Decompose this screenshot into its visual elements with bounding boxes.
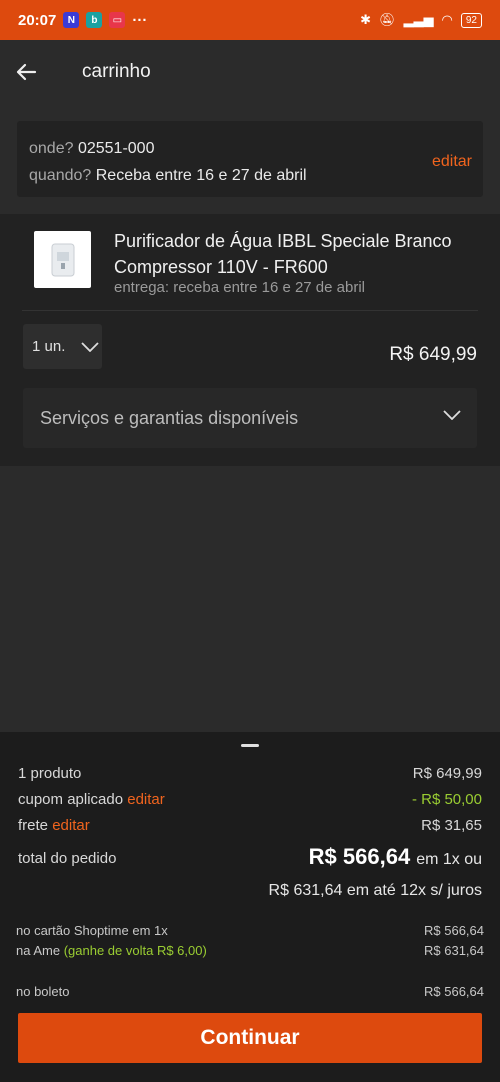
services-dropdown[interactable]: Serviços e garantias disponíveis — [23, 388, 477, 448]
status-bar: 20:07 N b ▭ ··· ✱ 🔕︎ ▂▃▅ ◠ 92 — [0, 0, 500, 40]
edit-shipping-link[interactable]: editar — [52, 817, 90, 834]
ame-value: R$ 631,64 — [424, 943, 484, 958]
divider — [22, 310, 478, 311]
battery-icon: 92 — [460, 12, 482, 28]
arrow-left-icon — [16, 63, 37, 81]
edit-coupon-link[interactable]: editar — [127, 791, 165, 808]
summary-row-products: 1 produto R$ 649,99 — [18, 765, 482, 782]
mute-icon: 🔕︎ — [379, 12, 396, 27]
shipping-label: frete — [18, 817, 49, 834]
delivery-info-card: onde? 02551-000 quando? Receba entre 16 … — [17, 121, 483, 197]
more-notifications-icon: ··· — [132, 11, 148, 29]
app-notification-icon: b — [86, 12, 103, 28]
boleto-label: no boleto — [16, 984, 70, 999]
page-title: carrinho — [82, 61, 151, 82]
product-delivery: entrega: receba entre 16 e 27 de abril — [114, 279, 366, 296]
ame-label: na Ame — [16, 943, 61, 958]
app-header: carrinho — [0, 40, 500, 106]
coupon-discount: - R$ 50,00 — [411, 791, 482, 808]
when-label: quando? — [29, 167, 92, 184]
coupon-label: cupom aplicado — [18, 791, 124, 808]
quantity-value: 1 un. — [32, 338, 66, 355]
card-value: R$ 566,64 — [424, 923, 484, 938]
bluetooth-icon: ✱ — [360, 12, 372, 27]
total-suffix: em 1x ou — [416, 851, 482, 868]
wifi-icon: ◠ — [441, 12, 453, 27]
edit-address-link[interactable]: editar — [432, 153, 472, 171]
installments-info: R$ 631,64 em até 12x s/ juros — [268, 882, 482, 899]
signal-icon: ▂▃▅ — [403, 12, 434, 27]
summary-row-shipping: frete editar R$ 31,65 — [18, 817, 482, 834]
app-notification-icon: N — [63, 12, 80, 28]
card-label: no cartão Shoptime em 1x — [16, 923, 168, 938]
shipping-value: R$ 31,65 — [421, 817, 482, 834]
app-notification-icon: ▭ — [109, 12, 126, 28]
cart-item: Purificador de Água IBBL Speciale Branco… — [0, 214, 500, 466]
quantity-select[interactable]: 1 un. — [23, 324, 102, 369]
status-time: 20:07 — [18, 11, 57, 29]
product-price: R$ 649,99 — [389, 344, 477, 365]
chevron-down-icon — [81, 341, 100, 352]
ame-cashback: (ganhe de volta R$ 6,00) — [63, 943, 207, 958]
payment-row-boleto: no boleto R$ 566,64 — [16, 984, 484, 999]
drag-handle[interactable] — [241, 744, 259, 747]
order-summary: 1 produto R$ 649,99 cupom aplicado edita… — [0, 732, 500, 1082]
payment-row-card: no cartão Shoptime em 1x R$ 566,64 — [16, 923, 484, 938]
delivery-window: Receba entre 16 e 27 de abril — [95, 167, 307, 184]
boleto-value: R$ 566,64 — [424, 984, 484, 999]
product-image[interactable] — [34, 231, 91, 288]
chevron-down-icon — [443, 410, 461, 420]
total-label: total do pedido — [18, 850, 117, 867]
zip-code: 02551-000 — [77, 140, 155, 157]
summary-row-coupon: cupom aplicado editar - R$ 50,00 — [18, 791, 482, 808]
continue-button[interactable]: Continuar — [18, 1013, 482, 1063]
product-name[interactable]: Purificador de Água IBBL Speciale Branco… — [114, 228, 484, 280]
total-block: R$ 566,64 em 1x ou — [309, 844, 482, 870]
products-label: 1 produto — [18, 765, 82, 782]
back-button[interactable] — [14, 60, 40, 86]
services-label: Serviços e garantias disponíveis — [40, 408, 299, 428]
where-label: onde? — [29, 140, 74, 157]
water-purifier-icon — [51, 243, 74, 276]
products-value: R$ 649,99 — [412, 765, 482, 782]
total-amount: R$ 566,64 — [308, 844, 411, 869]
payment-row-ame: na Ame (ganhe de volta R$ 6,00) R$ 631,6… — [16, 943, 484, 958]
